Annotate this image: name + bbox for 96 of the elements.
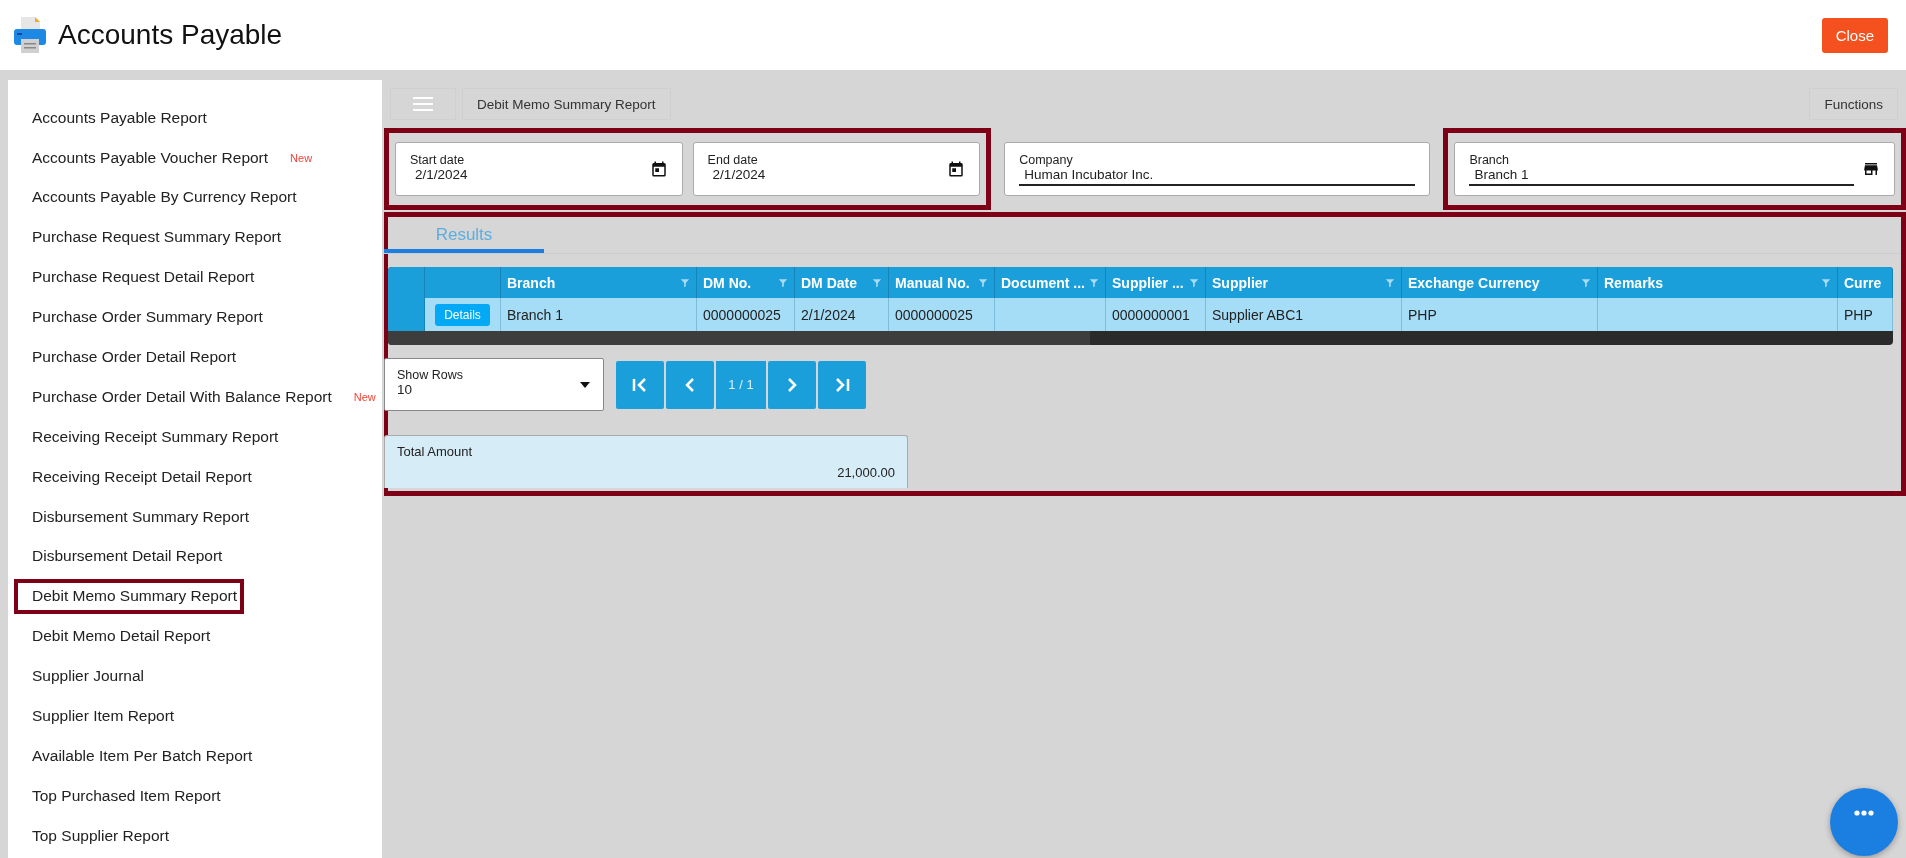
- table-cell: PHP: [1402, 298, 1598, 331]
- sidebar-item[interactable]: Debit Memo Summary Report: [14, 578, 244, 615]
- sidebar-item-label: Receiving Receipt Summary Report: [32, 427, 279, 446]
- sidebar-item[interactable]: Purchase Order Summary Report: [14, 299, 372, 335]
- field-label: Start date: [410, 152, 466, 167]
- sidebar-item-label: Accounts Payable Voucher Report: [32, 148, 269, 167]
- sidebar-item[interactable]: Purchase Order Detail Report: [14, 339, 372, 375]
- field-label: Show Rows: [397, 368, 464, 382]
- last-page-button[interactable]: [818, 360, 866, 409]
- filter-icon: [1189, 277, 1199, 288]
- field-value: Branch 1: [1473, 166, 1530, 182]
- sidebar-item[interactable]: Accounts Payable By Currency Report: [14, 179, 372, 216]
- sidebar-item[interactable]: Purchase Request Summary Report: [14, 219, 372, 256]
- field-value: 2/1/2024: [414, 166, 469, 182]
- sidebar-item-label: Top Supplier Report: [32, 826, 169, 845]
- filter-icon: [1821, 277, 1831, 288]
- sidebar-item[interactable]: Top Purchased Item Report: [14, 778, 372, 814]
- sidebar-item[interactable]: Receiving Receipt Detail Report: [14, 459, 372, 495]
- select-field[interactable]: Company Human Incubator Inc.: [1004, 142, 1431, 196]
- sidebar-item-label: Debit Memo Summary Report: [32, 587, 237, 606]
- filter-icon: [778, 277, 788, 288]
- sidebar-item-label: Available Item Per Batch Report: [32, 746, 253, 765]
- total-label: Total Amount: [397, 444, 474, 459]
- chevron-left-icon: [685, 377, 695, 392]
- table-cell: 0000000025: [697, 298, 795, 331]
- sidebar-item[interactable]: Supplier Item Report: [14, 698, 372, 734]
- date-field[interactable]: Start date 2/1/2024: [395, 142, 683, 196]
- sidebar-item-label: Purchase Order Detail Report: [32, 348, 237, 367]
- sidebar-item-label: Accounts Payable By Currency Report: [32, 188, 297, 207]
- sidebar-item-label: Debit Memo Detail Report: [32, 627, 211, 646]
- first-page-button[interactable]: [616, 360, 664, 409]
- sidebar-item-label: Purchase Request Summary Report: [32, 228, 281, 247]
- field-value: 10: [397, 382, 414, 397]
- table-cell: 2/1/2024: [795, 298, 889, 331]
- page-indicator: 1 / 1: [716, 360, 766, 409]
- sidebar-item-label: Supplier Item Report: [32, 707, 175, 726]
- row-header-cell: [388, 298, 425, 331]
- first-page-icon: [632, 377, 648, 392]
- field-label: End date: [707, 152, 759, 167]
- more-actions-button[interactable]: [1830, 788, 1898, 856]
- table-cell: Supplier ABC1: [1206, 298, 1402, 331]
- sidebar-item-label: Purchase Order Detail With Balance Report: [32, 387, 332, 406]
- sidebar-item[interactable]: Disbursement Summary Report: [14, 498, 372, 535]
- sidebar-item[interactable]: Accounts Payable Report: [14, 100, 372, 136]
- sidebar-item[interactable]: Disbursement Detail Report: [14, 538, 372, 575]
- report-title-button[interactable]: Debit Memo Summary Report: [462, 88, 671, 120]
- sidebar-item-label: Accounts Payable Report: [32, 108, 207, 127]
- sidebar-item[interactable]: Debit Memo Detail Report: [14, 618, 372, 654]
- filter-icon: [872, 277, 882, 288]
- total-value: 21,000.00: [837, 465, 895, 480]
- new-label: New: [353, 390, 376, 403]
- table-cell: PHP: [1838, 298, 1893, 331]
- filter-icon: [1581, 277, 1591, 288]
- field-label: Company: [1019, 152, 1074, 167]
- table-cell: 0000000025: [889, 298, 995, 331]
- sidebar-item-label: Supplier Journal: [32, 667, 144, 686]
- app-title: Accounts Payable: [58, 19, 284, 51]
- more-icon: [1854, 810, 1874, 816]
- field-value: 2/1/2024: [711, 166, 767, 182]
- menu-button[interactable]: [390, 88, 456, 120]
- store-icon: [1862, 160, 1880, 178]
- sidebar-item[interactable]: Supplier Journal: [14, 658, 372, 694]
- filter-icon: [680, 277, 690, 288]
- sidebar-item[interactable]: Purchase Request Detail Report: [14, 259, 372, 295]
- new-label: New: [290, 151, 313, 164]
- sidebar-item[interactable]: Accounts Payable Voucher Report New: [14, 139, 372, 176]
- previous-page-button[interactable]: [666, 360, 714, 409]
- functions-button[interactable]: Functions: [1809, 88, 1898, 120]
- calendar-icon: [947, 160, 966, 178]
- sidebar-item-label: Top Purchased Item Report: [32, 786, 221, 805]
- filter-icon: [978, 277, 988, 288]
- table-cell: Branch 1: [501, 298, 697, 331]
- sidebar-item[interactable]: Top Supplier Report: [14, 818, 372, 854]
- sidebar-item-label: Disbursement Summary Report: [32, 507, 250, 526]
- sidebar-item-label: Receiving Receipt Detail Report: [32, 467, 252, 486]
- printer-logo-icon: [12, 15, 48, 55]
- sidebar-item-label: Purchase Request Detail Report: [32, 268, 255, 287]
- next-page-button[interactable]: [768, 360, 816, 409]
- last-page-icon: [834, 377, 850, 392]
- dropdown-caret-icon: [579, 380, 591, 389]
- menu-icon: [413, 96, 433, 112]
- calendar-icon: [649, 160, 668, 178]
- field-label: Branch: [1469, 152, 1511, 167]
- filter-icon: [1089, 277, 1099, 288]
- chevron-right-icon: [787, 377, 797, 392]
- sidebar-item-label: Purchase Order Summary Report: [32, 308, 263, 327]
- sidebar-item[interactable]: Receiving Receipt Summary Report: [14, 419, 372, 455]
- table-cell: 0000000001: [1106, 298, 1206, 331]
- sidebar-item[interactable]: Available Item Per Batch Report: [14, 738, 372, 774]
- field-value: Human Incubator Inc.: [1024, 166, 1155, 182]
- filter-icon: [1385, 277, 1395, 288]
- header-cell: [388, 267, 425, 298]
- select-field[interactable]: Branch Branch 1: [1454, 142, 1895, 196]
- show-rows-select[interactable]: Show Rows 10: [384, 358, 604, 411]
- sidebar-item-label: Disbursement Detail Report: [32, 547, 223, 566]
- date-field[interactable]: End date 2/1/2024: [692, 142, 981, 196]
